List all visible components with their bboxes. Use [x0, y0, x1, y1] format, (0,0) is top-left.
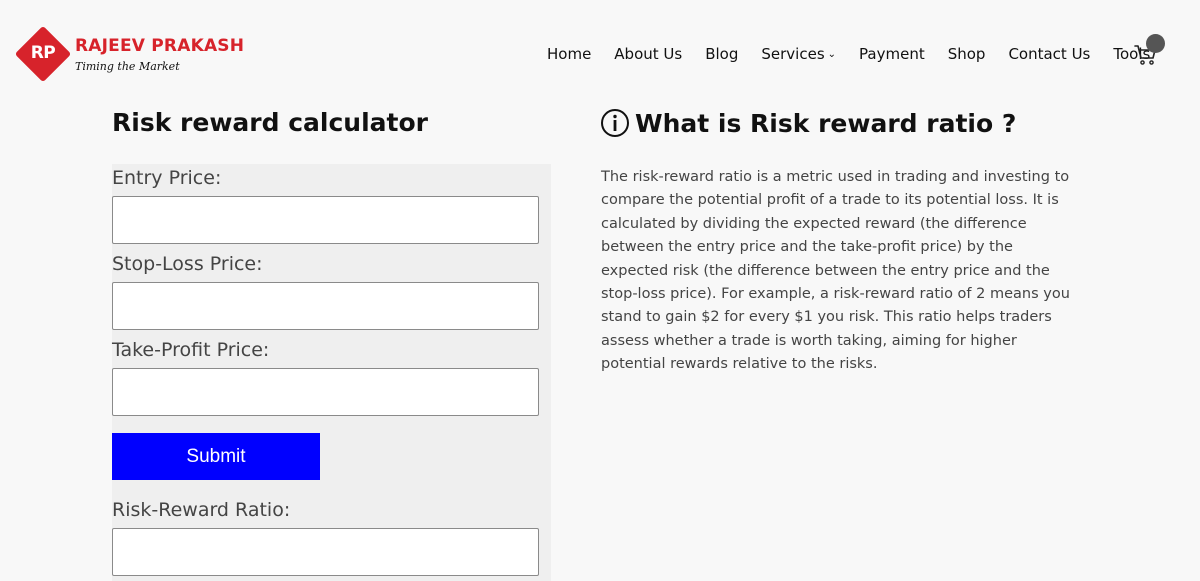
stop-loss-price-label: Stop-Loss Price: [112, 253, 263, 275]
entry-price-input[interactable] [112, 196, 539, 244]
nav-payment[interactable]: Payment [859, 45, 925, 63]
info-title: What is Risk reward ratio ? [635, 108, 1017, 138]
cart-count-badge[interactable] [1146, 34, 1165, 53]
nav-blog[interactable]: Blog [705, 45, 738, 63]
nav-home[interactable]: Home [547, 45, 591, 63]
nav-home-label: Home [547, 45, 592, 63]
info-heading: What is Risk reward ratio ? [600, 108, 1016, 138]
nav-services[interactable]: Services ⌄ [761, 45, 836, 63]
nav-about-us[interactable]: About Us [614, 45, 682, 63]
nav-about-label: About Us [614, 45, 683, 63]
info-description: The risk-reward ratio is a metric used i… [601, 169, 1070, 373]
nav-contact-us[interactable]: Contact Us [1008, 45, 1090, 63]
nav-services-label: Services [761, 45, 825, 63]
nav-blog-label: Blog [705, 45, 739, 63]
logo-initials: RP [30, 43, 56, 63]
stop-loss-price-input[interactable] [112, 282, 539, 330]
nav-shop[interactable]: Shop [948, 45, 986, 63]
submit-button[interactable]: Submit [112, 433, 320, 480]
take-profit-price-input[interactable] [112, 368, 539, 416]
nav-payment-label: Payment [859, 45, 925, 63]
info-icon [601, 109, 629, 137]
risk-reward-ratio-output[interactable] [112, 528, 539, 576]
entry-price-label: Entry Price: [112, 167, 222, 189]
risk-reward-ratio-label: Risk-Reward Ratio: [112, 499, 291, 521]
calculator-title: Risk reward calculator [112, 108, 428, 137]
logo-mark: RP [14, 25, 72, 83]
nav-contact-label: Contact Us [1008, 45, 1091, 63]
brand-tagline: Timing the Market [75, 60, 180, 73]
brand-name: RAJEEV PRAKASH [75, 36, 245, 56]
nav-shop-label: Shop [947, 45, 986, 63]
logo-text: RAJEEV PRAKASH Timing the Market [75, 36, 244, 73]
chevron-down-icon: ⌄ [827, 48, 837, 60]
take-profit-price-label: Take-Profit Price: [112, 339, 270, 361]
main-nav: Home About Us Blog Services ⌄ Payment Sho… [547, 45, 1150, 63]
